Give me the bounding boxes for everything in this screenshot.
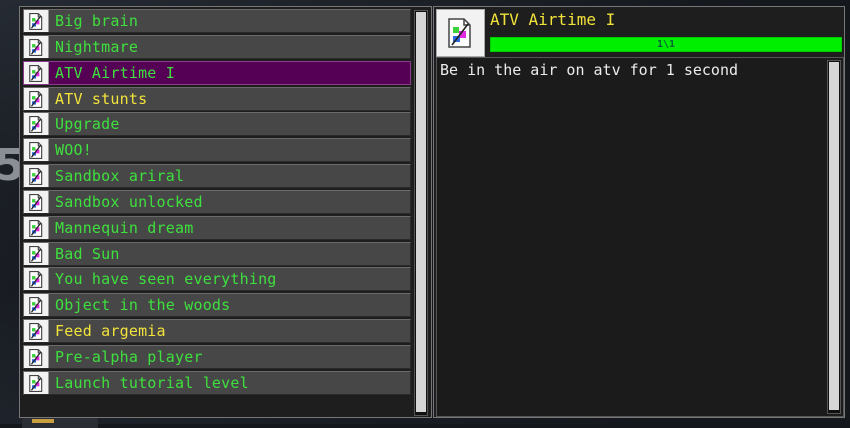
achievement-row-label: Sandbox unlocked xyxy=(55,192,203,211)
broken-image-icon xyxy=(24,113,49,136)
achievement-row[interactable]: WOO! xyxy=(23,138,411,163)
achievement-row[interactable]: You have seen everything xyxy=(23,267,411,292)
achievement-row-label: Mannequin dream xyxy=(55,218,194,237)
achievement-description: Be in the air on atv for 1 second xyxy=(440,61,739,79)
broken-image-icon xyxy=(24,165,49,188)
broken-image-icon xyxy=(24,320,49,343)
achievement-row[interactable]: Launch tutorial level xyxy=(23,370,411,395)
achievement-row-label: Nightmare xyxy=(55,37,139,56)
achievement-row[interactable]: Upgrade xyxy=(23,112,411,137)
broken-image-icon xyxy=(24,61,49,84)
list-scrollbar[interactable] xyxy=(414,10,428,416)
achievement-row[interactable]: ATV Airtime I xyxy=(23,60,411,85)
achievement-row[interactable]: Mannequin dream xyxy=(23,215,411,240)
achievement-row-label: Bad Sun xyxy=(55,244,120,263)
progress-text: 1\1 xyxy=(656,39,676,50)
list-scrollbar-thumb[interactable] xyxy=(416,12,426,412)
achievement-row[interactable]: Object in the woods xyxy=(23,293,411,318)
achievement-list: Big brain Nightmare ATV Airtime I ATV stunt… xyxy=(23,9,411,397)
achievement-row-label: WOO! xyxy=(55,141,92,160)
achievement-progress-bar: 1\1 xyxy=(490,37,842,52)
broken-image-icon xyxy=(24,10,49,32)
achievement-row[interactable]: Feed argemia xyxy=(23,319,411,344)
broken-image-icon xyxy=(24,216,49,239)
achievement-row-label: Launch tutorial level xyxy=(55,373,249,392)
achievement-row-label: Upgrade xyxy=(55,115,120,134)
broken-image-icon xyxy=(24,371,49,394)
achievement-title: ATV Airtime I xyxy=(490,10,616,29)
broken-image-icon xyxy=(24,294,49,317)
broken-image-icon xyxy=(24,268,49,291)
achievement-row-label: ATV stunts xyxy=(55,89,148,108)
achievement-row-label: Sandbox ariral xyxy=(55,167,185,186)
broken-image-icon xyxy=(24,87,49,110)
broken-image-icon xyxy=(24,242,49,265)
achievement-row-label: ATV Airtime I xyxy=(55,63,175,82)
achievement-row[interactable]: ATV stunts xyxy=(23,86,411,111)
description-box: Be in the air on atv for 1 second xyxy=(436,57,844,417)
achievement-row-label: You have seen everything xyxy=(55,270,277,289)
achievement-row[interactable]: Pre-alpha player xyxy=(23,344,411,369)
achievement-detail-panel: ATV Airtime I 1\1 Be in the air on atv f… xyxy=(433,6,845,418)
achievement-row-label: Feed argemia xyxy=(55,322,166,341)
tab-indicator xyxy=(32,419,54,423)
broken-image-icon xyxy=(24,190,49,213)
broken-image-icon xyxy=(24,139,49,162)
achievement-row-label: Object in the woods xyxy=(55,296,231,315)
achievement-list-panel: Big brain Nightmare ATV Airtime I ATV stunt… xyxy=(19,6,432,418)
achievement-row[interactable]: Bad Sun xyxy=(23,241,411,266)
achievement-row[interactable]: Sandbox ariral xyxy=(23,164,411,189)
achievement-row-label: Pre-alpha player xyxy=(55,347,203,366)
broken-image-icon xyxy=(436,9,485,57)
broken-image-icon xyxy=(24,345,49,368)
achievement-row[interactable]: Nightmare xyxy=(23,34,411,59)
description-scrollbar[interactable] xyxy=(827,60,841,414)
achievement-row-label: Big brain xyxy=(55,12,139,30)
broken-image-icon xyxy=(24,35,49,58)
achievement-row[interactable]: Big brain xyxy=(23,9,411,33)
achievement-row[interactable]: Sandbox unlocked xyxy=(23,189,411,214)
description-scrollbar-thumb[interactable] xyxy=(829,62,839,410)
